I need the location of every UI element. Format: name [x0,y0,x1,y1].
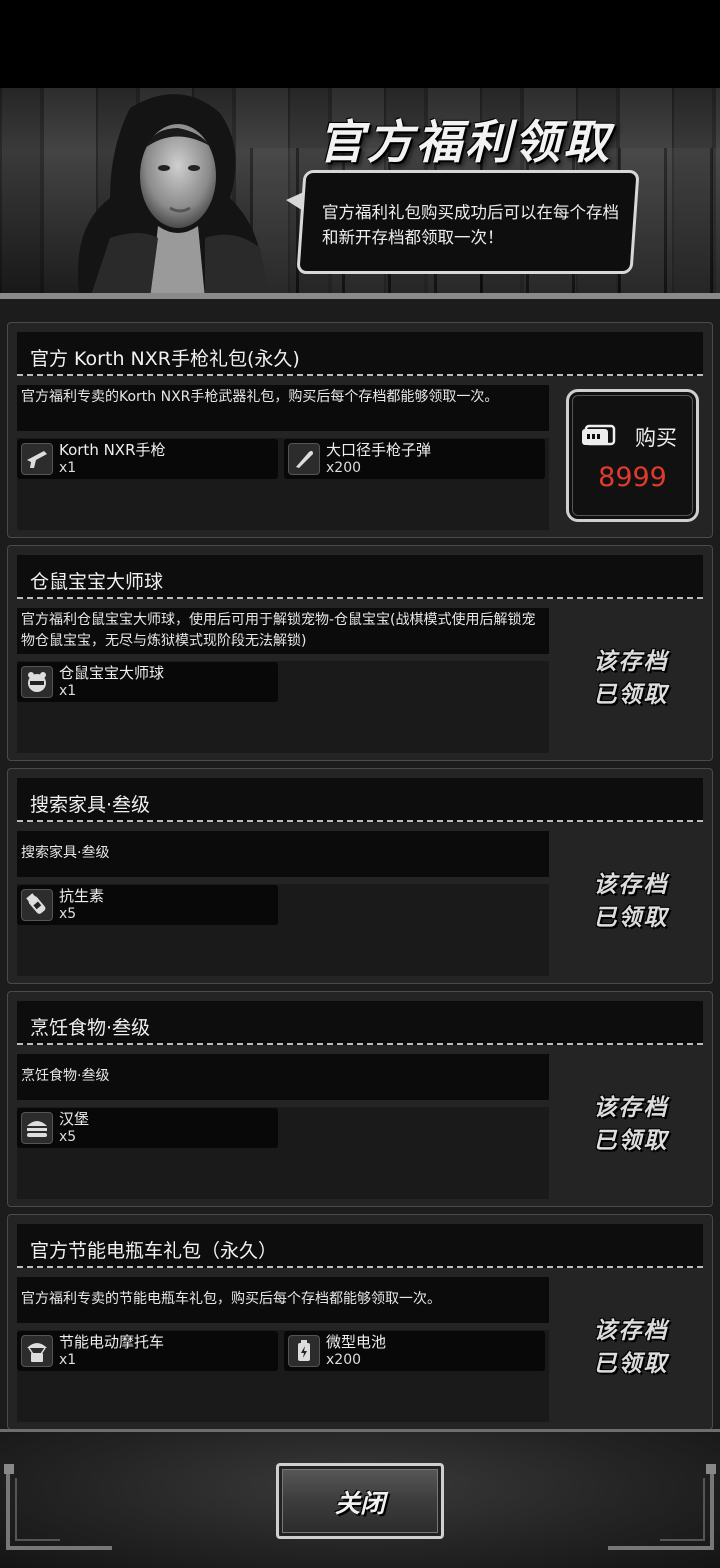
card-description-box: 官方福利仓鼠宝宝大师球，使用后可用于解锁宠物-仓鼠宝宝(战棋模式使用后解锁宠物仓… [17,608,549,654]
reward-items: 抗生素 x5 [17,884,549,976]
item-name: Korth NXR手枪 [59,441,166,459]
airdrop-scooter-icon [21,1335,53,1367]
item-quantity: x5 [59,906,77,922]
price-value: 8999 [598,462,667,493]
burger-icon [21,1112,53,1144]
item-name: 抗生素 [59,887,105,905]
card-description: 搜索家具·叁级 [21,845,110,861]
footer-bar: 关闭 [0,1429,720,1568]
card-description-box: 烹饪食物·叁级 [17,1054,549,1100]
bullet-icon [288,443,320,475]
hamster-ball-icon [21,666,53,698]
claimed-line-2: 已领取 [593,905,669,931]
claimed-line-2: 已领取 [593,682,669,708]
buy-button[interactable]: 购买 8999 [566,389,699,522]
dashed-divider [17,374,703,376]
reward-item[interactable]: Korth NXR手枪 x1 [17,439,278,479]
card-description: 烹饪食物·叁级 [21,1068,110,1084]
card-title-bar: 仓鼠宝宝大师球 [17,555,703,599]
dashed-divider [17,1266,703,1268]
card-description: 官方福利专卖的节能电瓶车礼包，购买后每个存档都能够领取一次。 [21,1291,441,1307]
dashed-divider [17,1043,703,1045]
reward-item[interactable]: 大口径手枪子弹 x200 [284,439,545,479]
reward-items: 节能电动摩托车 x1 微型电池 x200 [17,1330,549,1422]
item-quantity: x200 [326,460,362,476]
pistol-icon [21,443,53,475]
ticket-icon [582,424,616,446]
reward-item[interactable]: 节能电动摩托车 x1 [17,1331,278,1371]
antibiotic-icon [21,889,53,921]
reward-items: Korth NXR手枪 x1 大口径手枪子弹 x200 [17,438,549,530]
item-quantity: x1 [59,460,77,476]
close-button[interactable]: 关闭 [276,1463,444,1539]
reward-item[interactable]: 微型电池 x200 [284,1331,545,1371]
item-name: 微型电池 [326,1333,387,1351]
reward-item[interactable]: 仓鼠宝宝大师球 x1 [17,662,278,702]
gift-card: 官方节能电瓶车礼包（永久） 官方福利专卖的节能电瓶车礼包，购买后每个存档都能够领… [7,1214,713,1430]
reward-items: 汉堡 x5 [17,1107,549,1199]
claimed-line-2: 已领取 [593,1128,669,1154]
gift-card: 烹饪食物·叁级 烹饪食物·叁级 汉堡 x5 该存档 已领取 [7,991,713,1207]
claimed-status: 该存档 已领取 [568,869,694,935]
claimed-status: 该存档 已领取 [568,1315,694,1381]
item-quantity: x1 [59,683,77,699]
gift-card: 搜索家具·叁级 搜索家具·叁级 抗生素 x5 该存档 已领取 [7,768,713,984]
battery-icon [288,1335,320,1367]
reward-item[interactable]: 汉堡 x5 [17,1108,278,1148]
claimed-status: 该存档 已领取 [568,646,694,712]
speech-bubble-text: 官方福利礼包购买成功后可以在每个存档和新开存档都领取一次！ [322,203,619,247]
close-label: 关闭 [334,1489,385,1518]
card-title: 官方 Korth NXR手枪礼包(永久) [30,348,300,370]
card-description: 官方福利仓鼠宝宝大师球，使用后可用于解锁宠物-仓鼠宝宝(战棋模式使用后解锁宠物仓… [21,612,536,649]
reward-item[interactable]: 抗生素 x5 [17,885,278,925]
card-title-bar: 官方节能电瓶车礼包（永久） [17,1224,703,1268]
page-title: 官方福利领取 [318,115,612,169]
item-name: 节能电动摩托车 [59,1333,165,1351]
card-title: 仓鼠宝宝大师球 [30,571,164,593]
gift-card: 官方 Korth NXR手枪礼包(永久) 官方福利专卖的Korth NXR手枪武… [7,322,713,538]
claimed-line-1: 该存档 [593,649,669,675]
item-name: 汉堡 [59,1110,90,1128]
gift-card: 仓鼠宝宝大师球 官方福利仓鼠宝宝大师球，使用后可用于解锁宠物-仓鼠宝宝(战棋模式… [7,545,713,761]
item-name: 大口径手枪子弹 [326,441,432,459]
claimed-line-1: 该存档 [593,1318,669,1344]
corner-ornament-right [608,1464,716,1550]
item-quantity: x200 [326,1352,362,1368]
claimed-line-1: 该存档 [593,1095,669,1121]
item-name: 仓鼠宝宝大师球 [59,664,165,682]
claimed-status: 该存档 已领取 [568,1092,694,1158]
character-portrait [78,94,270,298]
corner-ornament-left [4,1464,112,1550]
header-banner: 官方福利领取 官方福利礼包购买成功后可以在每个存档和新开存档都领取一次！ [0,88,720,298]
claimed-line-1: 该存档 [593,872,669,898]
item-quantity: x5 [59,1129,77,1145]
card-title: 烹饪食物·叁级 [30,1017,151,1039]
gift-list[interactable]: 官方 Korth NXR手枪礼包(永久) 官方福利专卖的Korth NXR手枪武… [0,299,720,1430]
buy-label: 购买 [635,426,677,450]
item-quantity: x1 [59,1352,77,1368]
dashed-divider [17,820,703,822]
card-description-box: 官方福利专卖的节能电瓶车礼包，购买后每个存档都能够领取一次。 [17,1277,549,1323]
dashed-divider [17,597,703,599]
reward-items: 仓鼠宝宝大师球 x1 [17,661,549,753]
card-description-box: 官方福利专卖的Korth NXR手枪武器礼包，购买后每个存档都能够领取一次。 [17,385,549,431]
card-description-box: 搜索家具·叁级 [17,831,549,877]
card-title: 搜索家具·叁级 [30,794,151,816]
card-title-bar: 官方 Korth NXR手枪礼包(永久) [17,332,703,376]
claimed-line-2: 已领取 [593,1351,669,1377]
card-title-bar: 烹饪食物·叁级 [17,1001,703,1045]
card-description: 官方福利专卖的Korth NXR手枪武器礼包，购买后每个存档都能够领取一次。 [21,389,499,405]
card-title-bar: 搜索家具·叁级 [17,778,703,822]
card-title: 官方节能电瓶车礼包（永久） [30,1240,278,1262]
